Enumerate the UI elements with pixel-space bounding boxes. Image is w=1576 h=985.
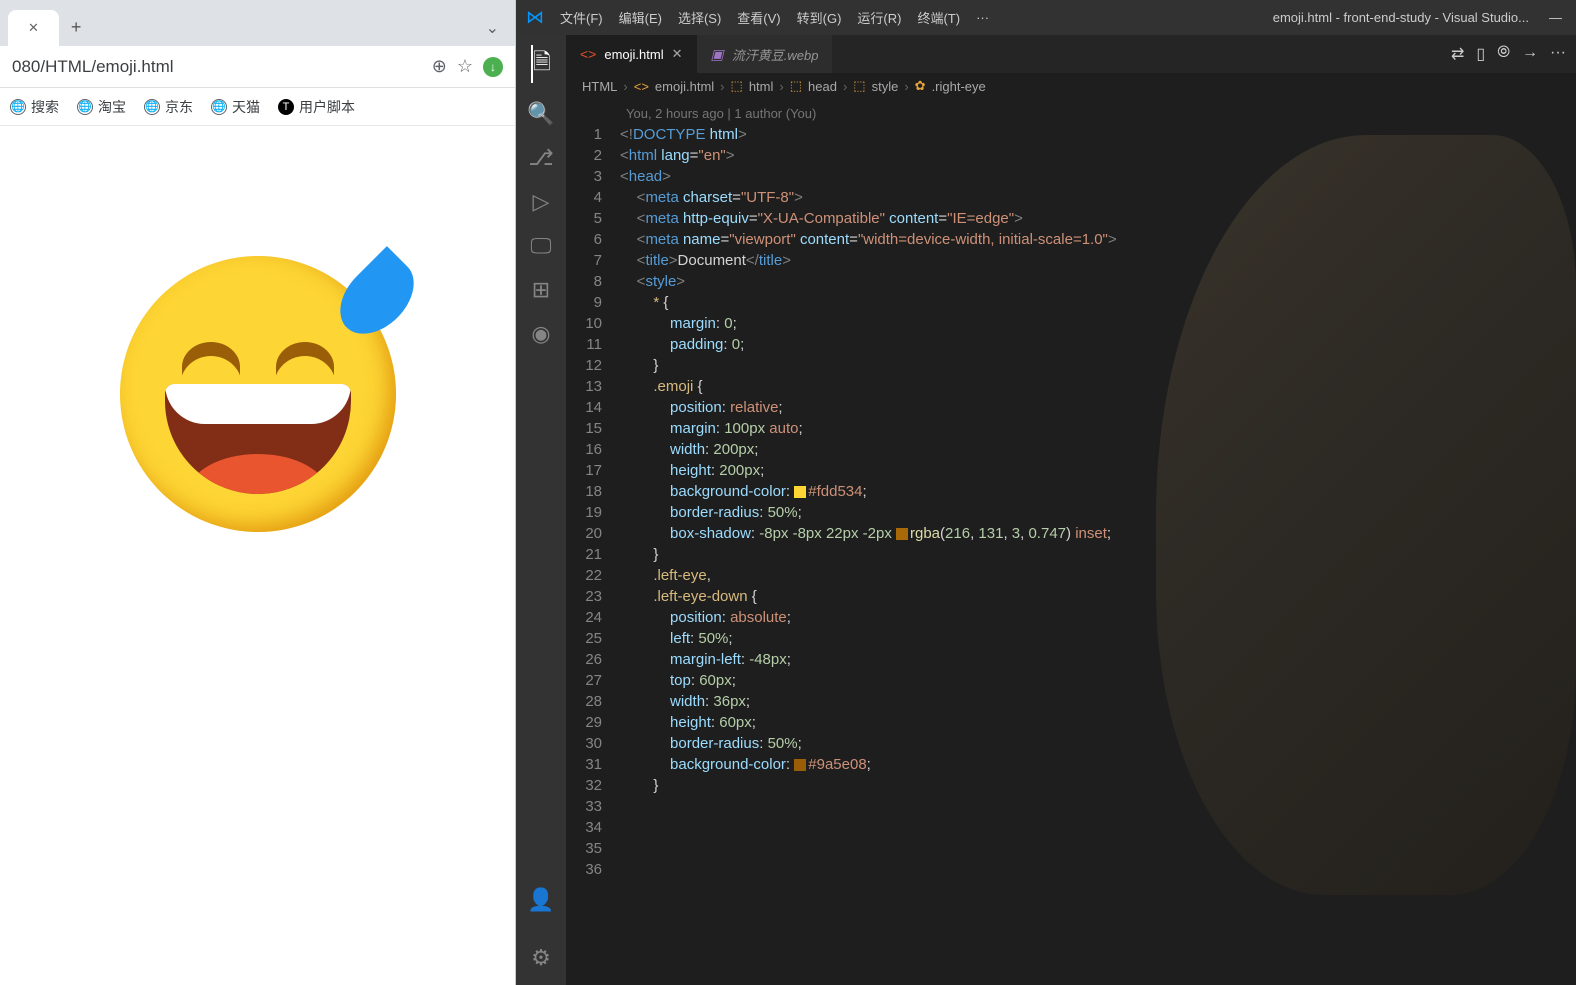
extensions-icon[interactable]: ⊞ — [532, 277, 550, 303]
editor-tabs: <> emoji.html ✕ ▣ 流汗黄豆.webp ⇄ ▯ ⦾ → ··· — [566, 35, 1576, 73]
image-file-icon: ▣ — [711, 46, 724, 63]
browser-pane: ✕ + ⌄ 080/HTML/emoji.html ⊕ ☆ ↓ 🌐搜索 🌐淘宝 … — [0, 0, 516, 985]
menu-item[interactable]: 转到(G) — [797, 8, 842, 27]
vscode-body: 🗎 🔍 ⎇ ▷ 🖵 ⊞ ◉ 👤 ⚙ <> emoji.html ✕ ▣ 流汗黄豆… — [516, 35, 1576, 985]
emoji-face — [120, 256, 396, 532]
bookmark-item[interactable]: T用户脚本 — [278, 97, 355, 117]
menu-item[interactable]: 运行(R) — [857, 8, 901, 27]
url-display[interactable]: 080/HTML/emoji.html — [12, 57, 422, 77]
script-icon: T — [278, 99, 294, 115]
split-icon[interactable]: ▯ — [1476, 44, 1485, 64]
timeline-icon[interactable]: ◉ — [531, 321, 550, 347]
vscode-pane: ⋈ 文件(F) 编辑(E) 选择(S) 查看(V) 转到(G) 运行(R) 终端… — [516, 0, 1576, 985]
menu-item[interactable]: 查看(V) — [737, 8, 780, 27]
globe-icon: 🌐 — [77, 99, 93, 115]
globe-icon: 🌐 — [144, 99, 160, 115]
menu-overflow-icon[interactable]: ··· — [976, 10, 989, 25]
account-icon[interactable]: 👤 — [527, 887, 554, 913]
address-bar: 080/HTML/emoji.html ⊕ ☆ ↓ — [0, 46, 515, 88]
tongue — [188, 454, 328, 494]
teeth — [165, 384, 351, 424]
menu-item[interactable]: 选择(S) — [678, 8, 721, 27]
compare-icon[interactable]: ⇄ — [1451, 44, 1464, 64]
html-file-icon: <> — [580, 46, 596, 62]
editor-tab[interactable]: <> emoji.html ✕ — [566, 35, 697, 73]
globe-icon: 🌐 — [211, 99, 227, 115]
nav-back-icon[interactable]: ⦾ — [1497, 44, 1510, 64]
debug-icon[interactable]: ▷ — [533, 189, 550, 215]
bookmark-item[interactable]: 🌐天猫 — [211, 97, 260, 117]
minimize-icon[interactable]: — — [1545, 10, 1566, 25]
source-control-icon[interactable]: ⎇ — [528, 145, 553, 171]
menu-item[interactable]: 文件(F) — [560, 8, 603, 27]
editor-tab[interactable]: ▣ 流汗黄豆.webp — [697, 35, 833, 73]
zoom-icon[interactable]: ⊕ — [432, 56, 447, 77]
activity-bar: 🗎 🔍 ⎇ ▷ 🖵 ⊞ ◉ 👤 ⚙ — [516, 35, 566, 985]
nav-fwd-icon[interactable]: → — [1522, 44, 1538, 64]
gear-icon[interactable]: ⚙ — [531, 945, 551, 971]
bookmark-item[interactable]: 🌐淘宝 — [77, 97, 126, 117]
bookmarks-bar: 🌐搜索 🌐淘宝 🌐京东 🌐天猫 T用户脚本 — [0, 88, 515, 126]
explorer-icon[interactable]: 🗎 — [531, 45, 551, 83]
bookmark-item[interactable]: 🌐京东 — [144, 97, 193, 117]
editor: <> emoji.html ✕ ▣ 流汗黄豆.webp ⇄ ▯ ⦾ → ··· … — [566, 35, 1576, 985]
mouth — [165, 384, 351, 494]
window-title: emoji.html - front-end-study - Visual St… — [1273, 10, 1529, 25]
close-icon[interactable]: ✕ — [28, 20, 39, 36]
menu-bar: ⋈ 文件(F) 编辑(E) 选择(S) 查看(V) 转到(G) 运行(R) 终端… — [516, 0, 1576, 35]
new-tab-button[interactable]: + — [59, 9, 94, 46]
download-icon[interactable]: ↓ — [483, 57, 503, 77]
more-icon[interactable]: ··· — [1550, 44, 1566, 64]
menu-item[interactable]: 终端(T) — [917, 8, 960, 27]
browser-tabs: ✕ + ⌄ — [0, 0, 515, 46]
sweat-drop — [326, 246, 428, 348]
menu-item[interactable]: 编辑(E) — [619, 8, 662, 27]
tab-overflow-icon[interactable]: ⌄ — [478, 10, 507, 46]
code-editor[interactable]: 1234567891011121314151617181920212223242… — [566, 99, 1576, 985]
breadcrumbs[interactable]: HTML› <>emoji.html› ⬚html› ⬚head› ⬚style… — [566, 73, 1576, 99]
search-icon[interactable]: 🔍 — [527, 101, 554, 127]
close-icon[interactable]: ✕ — [672, 46, 683, 62]
code-content[interactable]: You, 2 hours ago | 1 author (You)<!DOCTY… — [620, 99, 1576, 985]
browser-tab[interactable]: ✕ — [8, 10, 59, 46]
line-gutter: 1234567891011121314151617181920212223242… — [566, 99, 620, 985]
page-content — [0, 126, 515, 985]
bookmark-item[interactable]: 🌐搜索 — [10, 97, 59, 117]
vscode-logo-icon: ⋈ — [526, 7, 544, 28]
globe-icon: 🌐 — [10, 99, 26, 115]
star-icon[interactable]: ☆ — [457, 56, 473, 77]
remote-icon[interactable]: 🖵 — [530, 233, 551, 259]
